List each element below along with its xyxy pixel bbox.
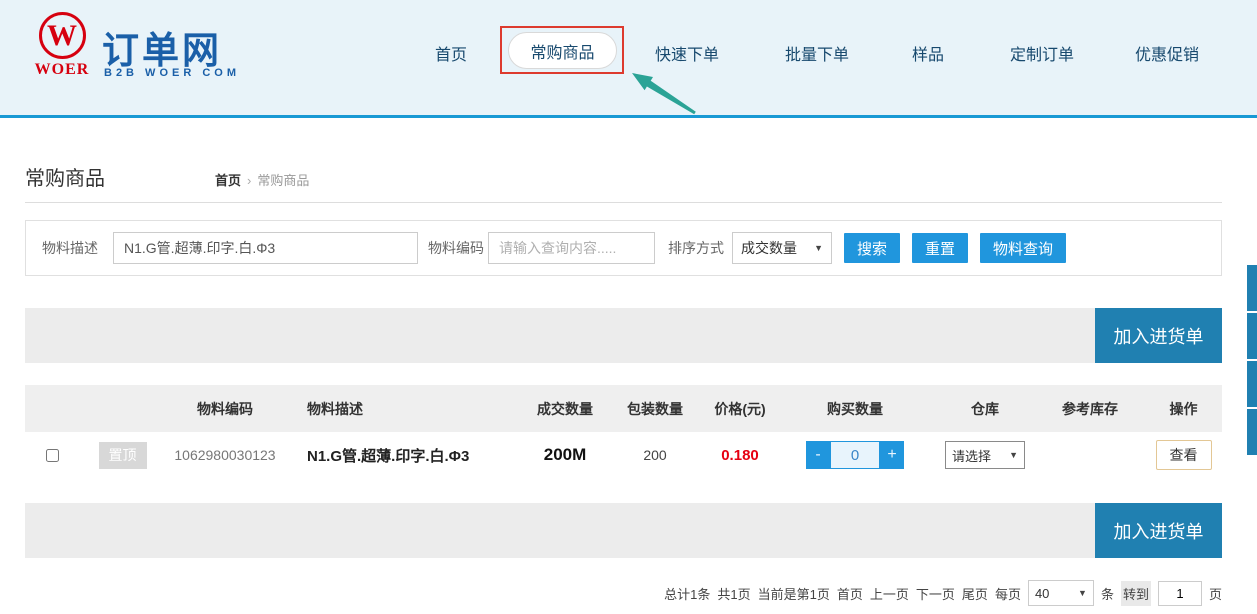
pagination: 总计1条 共1页 当前是第1页 首页 上一页 下一页 尾页 每页 40 ▼ 条 … xyxy=(25,580,1222,606)
per-page-label: 每页 xyxy=(995,584,1021,603)
actions-cell: 查看 xyxy=(1145,440,1222,470)
per-page-unit: 条 xyxy=(1101,584,1114,603)
material-code-cell: 1062980030123 xyxy=(165,447,285,463)
pack-qty-cell: 200 xyxy=(605,447,705,463)
side-float-widget xyxy=(1247,265,1257,455)
sort-label: 排序方式 xyxy=(668,238,724,258)
nav-item-samples[interactable]: 样品 xyxy=(912,41,944,65)
warehouse-select-value: 请选择 xyxy=(952,446,991,465)
chevron-down-icon: ▼ xyxy=(814,243,823,253)
goto-page-unit: 页 xyxy=(1209,584,1222,603)
pagination-first-link[interactable]: 首页 xyxy=(837,584,863,603)
material-lookup-button[interactable]: 物料查询 xyxy=(980,233,1066,263)
pagination-next-link[interactable]: 下一页 xyxy=(916,584,955,603)
material-code-label: 物料编码 xyxy=(428,238,484,258)
row-checkbox-cell xyxy=(25,449,80,462)
view-button[interactable]: 查看 xyxy=(1156,440,1212,470)
action-bar-fill xyxy=(25,503,1095,558)
header-warehouse: 仓库 xyxy=(935,399,1035,419)
warehouse-cell: 请选择 ▼ xyxy=(935,441,1035,469)
material-desc-label: 物料描述 xyxy=(42,238,98,258)
nav-item-frequent-products[interactable]: 常购商品 xyxy=(508,32,617,69)
nav-item-bulk-order[interactable]: 批量下单 xyxy=(785,41,849,65)
header-material-code: 物料编码 xyxy=(165,399,285,419)
price-cell: 0.180 xyxy=(705,447,775,464)
qty-decrease-button[interactable]: - xyxy=(806,441,830,469)
pin-cell: 置顶 xyxy=(80,442,165,469)
side-float-tab[interactable] xyxy=(1247,409,1257,455)
quantity-stepper: - + xyxy=(806,441,904,469)
material-desc-cell: N1.G管.超薄.印字.白.Φ3 xyxy=(285,445,525,466)
main-content: 常购商品 首页 › 常购商品 物料描述 物料编码 排序方式 成交数量 ▼ 搜索 重置… xyxy=(0,162,1257,606)
deal-qty-cell: 200M xyxy=(525,445,605,465)
add-to-cart-button-top[interactable]: 加入进货单 xyxy=(1095,308,1222,363)
breadcrumb-current: 常购商品 xyxy=(257,173,309,188)
pagination-pages: 共1页 xyxy=(717,584,750,603)
table-row: 置顶 1062980030123 N1.G管.超薄.印字.白.Φ3 200M 2… xyxy=(25,432,1222,478)
logo-letter: W xyxy=(47,21,77,51)
nav-item-custom-order[interactable]: 定制订单 xyxy=(1010,41,1074,65)
site-name: 订单网 xyxy=(102,20,222,74)
header: W WOER 订单网 B2B WOER COM 首页 常购商品 快速下单 批量下… xyxy=(0,0,1257,118)
breadcrumb-separator: › xyxy=(247,173,251,188)
title-row: 常购商品 首页 › 常购商品 xyxy=(25,162,1222,203)
table-header: 物料编码 物料描述 成交数量 包装数量 价格(元) 购买数量 仓库 参考库存 操… xyxy=(25,385,1222,432)
action-bar-fill xyxy=(25,308,1095,363)
per-page-select[interactable]: 40 ▼ xyxy=(1028,580,1094,606)
header-material-desc: 物料描述 xyxy=(285,399,525,419)
pagination-last-link[interactable]: 尾页 xyxy=(962,584,988,603)
per-page-value: 40 xyxy=(1035,586,1049,601)
row-checkbox[interactable] xyxy=(46,449,59,462)
goto-page-input[interactable] xyxy=(1158,581,1202,606)
header-ref-stock: 参考库存 xyxy=(1035,399,1145,419)
logo-name: WOER xyxy=(27,61,97,79)
pagination-total: 总计1条 xyxy=(664,584,710,603)
pagination-current: 当前是第1页 xyxy=(758,584,830,603)
filter-bar: 物料描述 物料编码 排序方式 成交数量 ▼ 搜索 重置 物料查询 xyxy=(25,220,1222,276)
sort-select[interactable]: 成交数量 ▼ xyxy=(732,232,832,264)
header-buy-qty: 购买数量 xyxy=(775,399,935,419)
pagination-prev-link[interactable]: 上一页 xyxy=(870,584,909,603)
page-title: 常购商品 xyxy=(25,162,105,191)
qty-increase-button[interactable]: + xyxy=(880,441,904,469)
chevron-down-icon: ▼ xyxy=(1009,450,1018,460)
goto-label: 转到 xyxy=(1121,581,1151,606)
reset-button[interactable]: 重置 xyxy=(912,233,968,263)
side-float-tab[interactable] xyxy=(1247,361,1257,407)
material-code-input[interactable] xyxy=(488,232,655,264)
nav-item-home[interactable]: 首页 xyxy=(435,41,467,65)
breadcrumb-home-link[interactable]: 首页 xyxy=(215,173,241,188)
search-button[interactable]: 搜索 xyxy=(844,233,900,263)
page: W WOER 订单网 B2B WOER COM 首页 常购商品 快速下单 批量下… xyxy=(0,0,1257,614)
side-float-tab[interactable] xyxy=(1247,313,1257,359)
breadcrumb: 首页 › 常购商品 xyxy=(215,170,309,191)
brand-logo[interactable]: W WOER xyxy=(27,12,97,79)
header-deal-qty: 成交数量 xyxy=(525,399,605,419)
material-desc-input[interactable] xyxy=(113,232,418,264)
header-pack-qty: 包装数量 xyxy=(605,399,705,419)
site-tagline: B2B WOER COM xyxy=(104,67,240,79)
nav-item-quick-order[interactable]: 快速下单 xyxy=(655,41,719,65)
header-price: 价格(元) xyxy=(705,399,775,419)
pin-top-button[interactable]: 置顶 xyxy=(99,442,147,469)
side-float-tab[interactable] xyxy=(1247,265,1257,311)
bottom-action-bar: 加入进货单 xyxy=(25,503,1222,558)
buy-qty-cell: - + xyxy=(775,441,935,469)
sort-select-value: 成交数量 xyxy=(741,238,797,258)
chevron-down-icon: ▼ xyxy=(1078,588,1087,598)
nav-item-promotions[interactable]: 优惠促销 xyxy=(1135,41,1199,65)
header-actions: 操作 xyxy=(1145,399,1222,419)
woer-logo-icon: W xyxy=(39,12,86,59)
add-to-cart-button-bottom[interactable]: 加入进货单 xyxy=(1095,503,1222,558)
qty-input[interactable] xyxy=(830,441,880,469)
top-action-bar: 加入进货单 xyxy=(25,308,1222,363)
warehouse-select[interactable]: 请选择 ▼ xyxy=(945,441,1025,469)
